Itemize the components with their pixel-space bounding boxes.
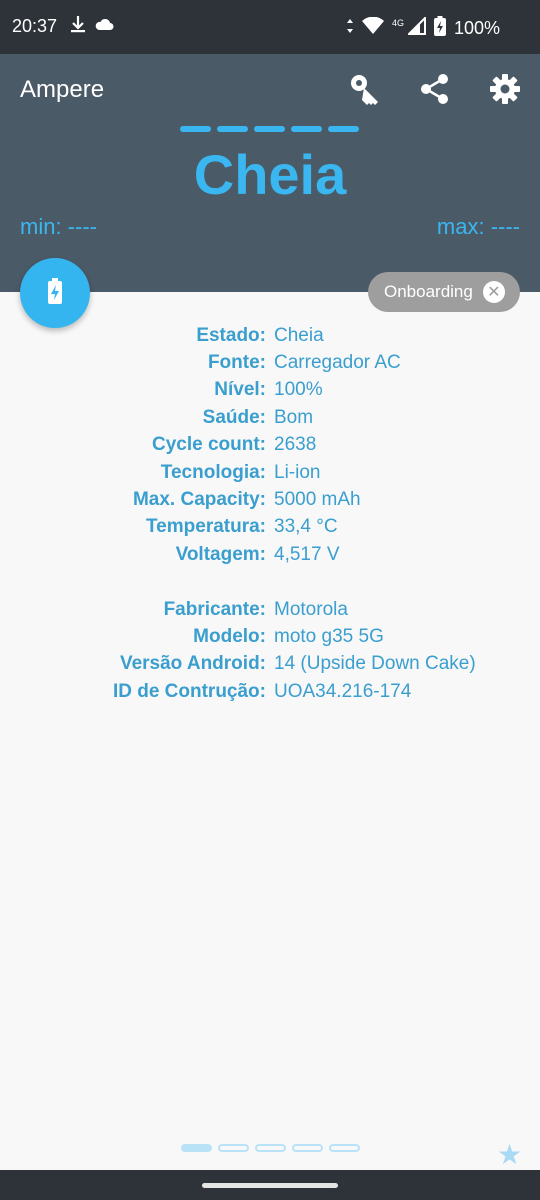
status-bar: 20:37 4G 100% xyxy=(0,0,540,54)
signal-icon xyxy=(406,15,426,40)
key-icon[interactable] xyxy=(348,72,382,106)
info-row-saude: Saúde: Bom xyxy=(0,404,540,431)
info-label: Estado: xyxy=(196,324,266,346)
info-value: Bom xyxy=(274,406,314,428)
wifi-icon xyxy=(361,16,384,40)
page-dot[interactable] xyxy=(292,1144,323,1152)
level-dash xyxy=(291,126,322,132)
cloud-icon xyxy=(94,16,114,37)
info-row-fonte: Fonte: Carregador AC xyxy=(0,349,540,376)
level-dash xyxy=(254,126,285,132)
info-value: Motorola xyxy=(274,598,348,620)
info-label: Versão Android: xyxy=(119,653,266,675)
status-left-icons xyxy=(70,14,114,39)
info-row-estado: Estado: Cheia xyxy=(0,322,540,349)
info-row-modelo: Modelo: moto g35 5G xyxy=(0,623,540,650)
info-value: 100% xyxy=(274,379,323,401)
app-title: Ampere xyxy=(20,76,105,103)
data-arrows-icon xyxy=(346,18,354,39)
info-row-max-capacity: Max. Capacity: 5000 mAh xyxy=(0,486,540,513)
info-row-voltagem: Voltagem: 4,517 V xyxy=(0,541,540,568)
star-icon[interactable]: ★ xyxy=(497,1138,522,1171)
info-value: 14 (Upside Down Cake) xyxy=(274,653,476,675)
info-label: Max. Capacity: xyxy=(132,489,266,511)
info-value: Cheia xyxy=(274,324,324,346)
info-label: Temperatura: xyxy=(145,516,266,538)
info-label: Fabricante: xyxy=(163,598,266,620)
info-row-cycle-count: Cycle count: 2638 xyxy=(0,432,540,459)
page-dot[interactable] xyxy=(255,1144,286,1152)
battery-info-list: Estado: Cheia Fonte: Carregador AC Nível… xyxy=(0,322,540,705)
battery-charging-icon xyxy=(48,277,62,309)
info-label: ID de Contrução: xyxy=(112,680,266,702)
info-row-fabricante: Fabricante: Motorola xyxy=(0,596,540,623)
app-header: Ampere Cheia min: ---- max: ---- xyxy=(0,54,540,292)
page-dot[interactable] xyxy=(329,1144,360,1152)
info-value: Li-ion xyxy=(274,461,321,483)
info-value: Carregador AC xyxy=(274,352,401,374)
info-row-build-id: ID de Contrução: UOA34.216-174 xyxy=(0,678,540,705)
battery-status-title: Cheia xyxy=(193,143,347,206)
info-value: 5000 mAh xyxy=(274,489,361,511)
status-time: 20:37 xyxy=(12,16,58,36)
info-value: 2638 xyxy=(274,434,317,456)
info-value: 33,4 °C xyxy=(274,516,338,538)
battery-level-indicator xyxy=(180,126,359,132)
info-row-nivel: Nível: 100% xyxy=(0,377,540,404)
level-dash xyxy=(328,126,359,132)
battery-charging-icon xyxy=(433,16,446,41)
info-row-temperatura: Temperatura: 33,4 °C xyxy=(0,514,540,541)
page-indicator xyxy=(181,1144,360,1152)
info-row-versao-android: Versão Android: 14 (Upside Down Cake) xyxy=(0,651,540,678)
download-icon xyxy=(70,14,86,39)
page-dot[interactable] xyxy=(218,1144,249,1152)
level-dash xyxy=(217,126,248,132)
max-current-label: max: ---- xyxy=(436,214,520,239)
status-right-icons: 4G 100% xyxy=(346,15,500,41)
info-label: Tecnologia: xyxy=(160,461,266,483)
share-icon[interactable] xyxy=(418,72,452,106)
info-value: UOA34.216-174 xyxy=(274,680,412,702)
min-current-label: min: ---- xyxy=(20,214,97,239)
battery-percent: 100% xyxy=(453,18,500,38)
network-type: 4G xyxy=(391,17,404,28)
page-dot-active[interactable] xyxy=(181,1144,212,1152)
info-label: Modelo: xyxy=(193,625,266,647)
info-value: moto g35 5G xyxy=(274,625,384,647)
info-row-tecnologia: Tecnologia: Li-ion xyxy=(0,459,540,486)
info-label: Cycle count: xyxy=(151,434,266,456)
gear-icon[interactable] xyxy=(488,72,522,106)
info-label: Nível: xyxy=(214,379,266,401)
navigation-bar xyxy=(0,1170,540,1200)
level-dash xyxy=(180,126,211,132)
info-label: Fonte: xyxy=(207,352,266,374)
onboarding-chip[interactable]: Onboarding ✕ xyxy=(368,272,520,312)
onboarding-chip-label: Onboarding xyxy=(384,282,473,301)
info-value: 4,517 V xyxy=(274,543,340,565)
battery-fab-button[interactable] xyxy=(20,258,90,328)
info-label: Voltagem: xyxy=(175,543,266,565)
close-icon[interactable]: ✕ xyxy=(482,281,505,303)
home-gesture-handle[interactable] xyxy=(202,1183,338,1188)
info-label: Saúde: xyxy=(202,406,266,428)
